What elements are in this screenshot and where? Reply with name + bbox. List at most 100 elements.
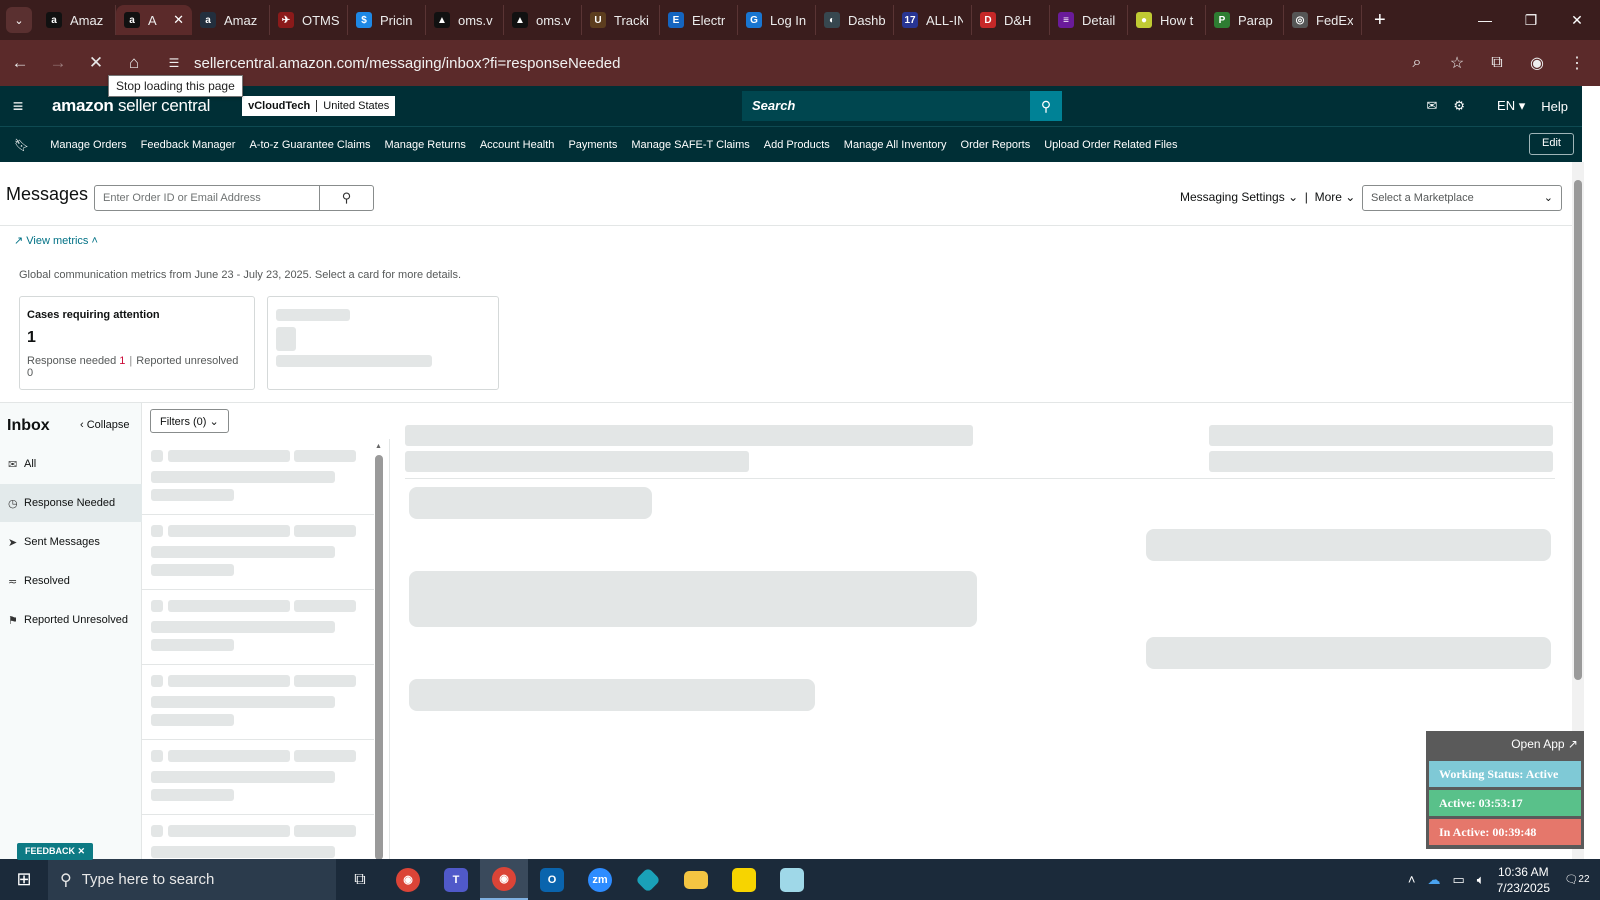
collapse-button[interactable]: ‹ Collapse xyxy=(80,419,130,431)
nav-item[interactable]: Manage All Inventory xyxy=(844,139,947,151)
browser-tab[interactable]: D D&H xyxy=(972,5,1050,35)
hamburger-menu-icon[interactable]: ≡ xyxy=(0,96,36,117)
file-explorer-icon[interactable] xyxy=(672,859,720,900)
network-icon[interactable]: ▭ xyxy=(1453,872,1465,888)
browser-tab[interactable]: E Electr xyxy=(660,5,738,35)
message-list-scrollbar[interactable]: ▲ xyxy=(375,443,383,859)
browser-tab[interactable]: P Parap xyxy=(1206,5,1284,35)
nav-item[interactable]: Manage Returns xyxy=(385,139,466,151)
order-search-button[interactable]: ⚲ xyxy=(319,186,373,210)
zoom-icon[interactable]: ⌕ xyxy=(1400,46,1434,80)
language-selector[interactable]: EN ▾ xyxy=(1481,98,1525,114)
nav-item[interactable]: Payments xyxy=(568,139,617,151)
chrome-icon[interactable]: ◉ xyxy=(384,859,432,900)
notifications-icon[interactable]: 🗨︎ 22 xyxy=(1562,868,1592,892)
edit-nav-button[interactable]: Edit xyxy=(1529,133,1574,155)
cases-attention-card[interactable]: Cases requiring attention 1 Response nee… xyxy=(19,296,255,390)
more-dropdown[interactable]: More ⌄ xyxy=(1315,190,1356,204)
browser-tab[interactable]: ✈ OTMS xyxy=(270,5,348,35)
outlook-icon[interactable]: O xyxy=(528,859,576,900)
search-icon: ⚲ xyxy=(60,871,72,889)
nav-item[interactable]: Feedback Manager xyxy=(141,139,236,151)
new-tab-button[interactable]: + xyxy=(1374,9,1386,32)
forward-button[interactable]: → xyxy=(40,45,76,81)
fedex-icon: ◎ xyxy=(1292,12,1308,28)
teams-icon[interactable]: T xyxy=(432,859,480,900)
open-app-link[interactable]: Open App ↗ xyxy=(1511,737,1578,751)
task-view-icon[interactable]: ⧉ xyxy=(336,859,384,900)
onedrive-icon[interactable]: ☁ xyxy=(1428,872,1441,888)
nav-item[interactable]: Manage SAFE-T Claims xyxy=(631,139,749,151)
bookmark-icon[interactable]: 🔖︎ xyxy=(14,138,29,152)
taskbar-search[interactable]: ⚲ Type here to search xyxy=(48,859,336,900)
card-subtext: Response needed 1 | Reported unresolved 0 xyxy=(27,355,239,379)
browser-tab[interactable]: a A ✕ xyxy=(116,5,192,35)
nav-item[interactable]: Manage Orders xyxy=(50,139,126,151)
clock-icon: ◷ xyxy=(8,497,18,510)
sticky-notes-icon[interactable] xyxy=(720,859,768,900)
back-button[interactable]: ← xyxy=(2,45,38,81)
clock[interactable]: 10:36 AM 7/23/2025 xyxy=(1497,864,1550,896)
inbox-folder[interactable]: ≂ Resolved xyxy=(0,562,142,600)
browser-tab[interactable]: $ Pricin xyxy=(348,5,426,35)
profile-icon[interactable]: ◉ xyxy=(1520,46,1554,80)
order-search-input[interactable]: Enter Order ID or Email Address xyxy=(95,186,319,210)
volume-icon[interactable]: 🔈︎ xyxy=(1477,872,1485,888)
close-window-button[interactable]: ✕ xyxy=(1554,0,1600,40)
browser-tab[interactable]: U Tracki xyxy=(582,5,660,35)
zoom-app-icon[interactable]: zm xyxy=(576,859,624,900)
view-metrics-toggle[interactable]: ↗ View metrics ˄ xyxy=(14,234,98,247)
card-title: Cases requiring attention xyxy=(27,309,160,321)
nav-item[interactable]: Order Reports xyxy=(961,139,1031,151)
minimize-button[interactable]: — xyxy=(1462,0,1508,40)
browser-tab[interactable]: 17 ALL-IN xyxy=(894,5,972,35)
browser-tab[interactable]: a Amaz xyxy=(192,5,270,35)
site-info-icon[interactable]: ☰ xyxy=(162,51,186,75)
system-tray: ˄ ☁ ▭ 🔈︎ 10:36 AM 7/23/2025 🗨︎ 22 xyxy=(1402,859,1600,900)
account-switcher[interactable]: vCloudTech United States xyxy=(242,96,396,116)
filters-button[interactable]: Filters (0) ⌄ xyxy=(150,409,229,433)
url-text[interactable]: sellercentral.amazon.com/messaging/inbox… xyxy=(194,55,621,72)
browser-tab[interactable]: ● How t xyxy=(1128,5,1206,35)
nav-item[interactable]: Add Products xyxy=(764,139,830,151)
notepad-icon[interactable] xyxy=(768,859,816,900)
nav-item[interactable]: A-to-z Guarantee Claims xyxy=(249,139,370,151)
inbox-folder[interactable]: ⚑ Reported Unresolved xyxy=(0,601,142,639)
browser-tab[interactable]: G Log In xyxy=(738,5,816,35)
browser-tab[interactable]: ◎ FedEx xyxy=(1284,5,1362,35)
tab-title: Detail xyxy=(1082,12,1116,28)
inbox-folder[interactable]: ◷ Response Needed xyxy=(0,484,142,522)
help-link[interactable]: Help xyxy=(1541,99,1568,114)
browser-tab[interactable]: ◐ Dashb xyxy=(816,5,894,35)
browser-menu-icon[interactable]: ⋮ xyxy=(1560,46,1594,80)
messaging-settings-dropdown[interactable]: Messaging Settings ⌄ | More ⌄ xyxy=(1180,190,1355,204)
extensions-icon[interactable]: ⧉ xyxy=(1480,46,1514,80)
bookmark-star-icon[interactable]: ☆ xyxy=(1440,46,1474,80)
inbox-folder-label: All xyxy=(24,458,37,470)
chevron-up-icon[interactable]: ˄ xyxy=(1408,872,1416,887)
mail-icon[interactable]: ✉ xyxy=(1426,98,1437,114)
marketplace-select[interactable]: Select a Marketplace ⌄ xyxy=(1362,185,1562,211)
omnibox[interactable]: ☰ sellercentral.amazon.com/messaging/inb… xyxy=(156,45,1396,81)
browser-tab[interactable]: ▲ oms.v xyxy=(504,5,582,35)
tab-search-button[interactable]: ⌄ xyxy=(6,7,32,33)
restore-button[interactable]: ❐ xyxy=(1508,0,1554,40)
settings-gear-icon[interactable]: ⚙ xyxy=(1453,98,1465,114)
browser-tab[interactable]: a Amaz xyxy=(38,5,116,35)
app-diamond-icon[interactable] xyxy=(624,859,672,900)
feedback-button[interactable]: FEEDBACK ✕ xyxy=(17,843,94,860)
browser-tab[interactable]: ▲ oms.v xyxy=(426,5,504,35)
chrome-profile-icon[interactable]: ◉ xyxy=(480,859,528,900)
global-search-input[interactable]: Search xyxy=(742,91,1030,121)
loading-metric-card xyxy=(267,296,499,390)
windows-start-icon[interactable]: ⊞ xyxy=(0,859,48,900)
global-search-button[interactable]: ⚲ xyxy=(1030,91,1062,121)
inbox-folder[interactable]: ➤ Sent Messages xyxy=(0,523,142,561)
browser-tab[interactable]: ≡ Detail xyxy=(1050,5,1128,35)
nav-item[interactable]: Upload Order Related Files xyxy=(1044,139,1177,151)
envelope-icon: ✉ xyxy=(8,458,18,471)
close-tab-icon[interactable]: ✕ xyxy=(173,12,184,28)
nav-item[interactable]: Account Health xyxy=(480,139,555,151)
inbox-folder[interactable]: ✉ All xyxy=(0,445,142,483)
seller-central-logo[interactable]: amazon seller central xyxy=(52,96,210,116)
